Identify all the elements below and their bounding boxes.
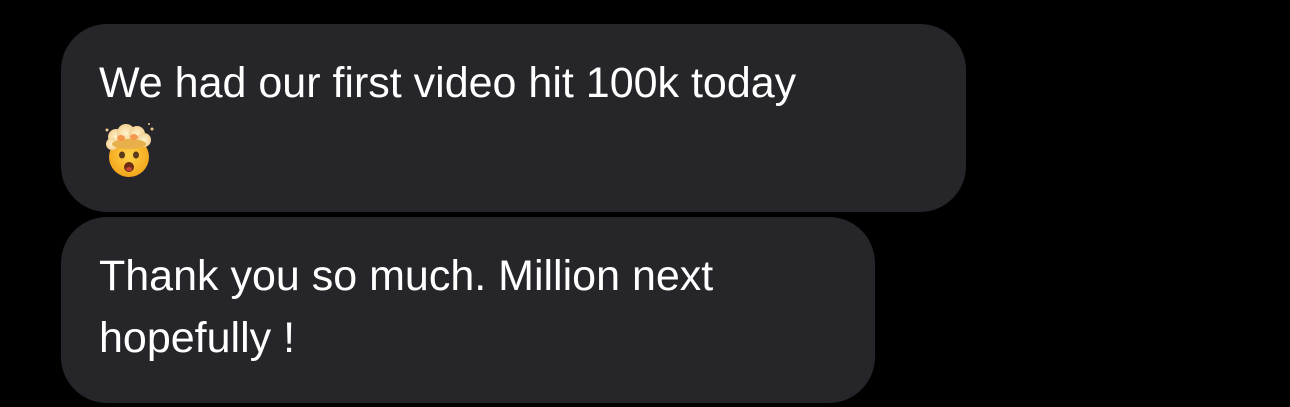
emoji-row	[99, 114, 928, 177]
exploding-head-icon	[105, 123, 154, 177]
message-bubble[interactable]: Thank you so much. Million next hopefull…	[61, 217, 875, 403]
message-text: We had our first video hit 100k today	[99, 59, 797, 107]
message-bubble[interactable]: We had our first video hit 100k today	[61, 24, 966, 212]
message-text: Thank you so much. Million next	[99, 252, 714, 300]
message-text: hopefully !	[99, 314, 296, 362]
